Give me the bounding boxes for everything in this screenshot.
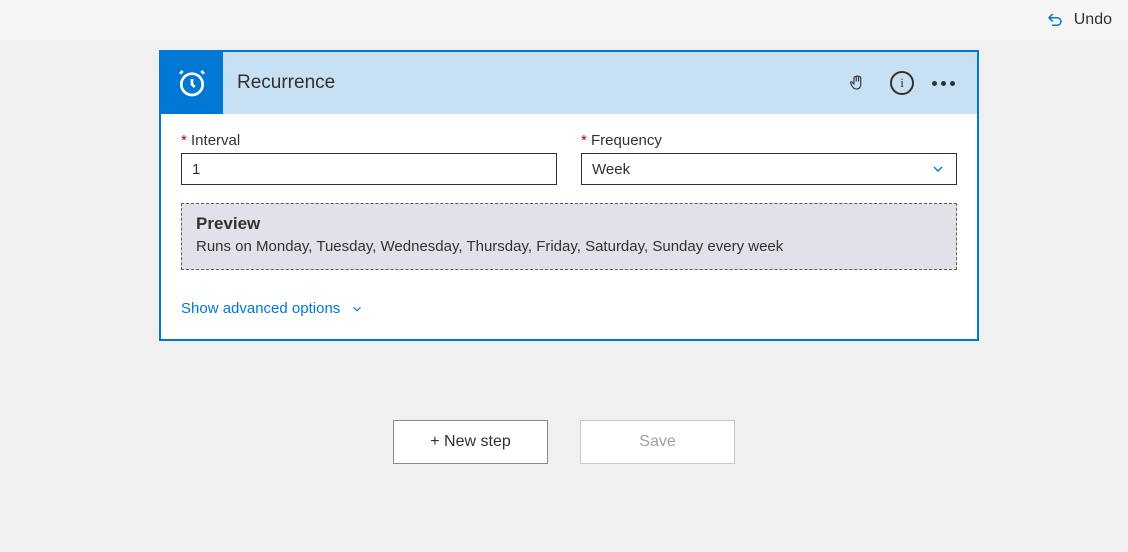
info-icon[interactable]: i bbox=[890, 71, 914, 95]
save-button[interactable]: Save bbox=[580, 420, 735, 464]
card-title: Recurrence bbox=[237, 72, 848, 94]
frequency-select[interactable]: Week bbox=[581, 153, 957, 185]
card-header[interactable]: Recurrence i bbox=[161, 52, 977, 114]
required-marker: * bbox=[581, 132, 587, 149]
chevron-down-icon bbox=[930, 161, 946, 177]
recurrence-card: Recurrence i * Interval bbox=[159, 50, 979, 341]
frequency-field-group: * Frequency Week bbox=[581, 132, 957, 185]
chevron-down-icon bbox=[350, 302, 364, 316]
undo-label: Undo bbox=[1074, 11, 1112, 29]
frequency-value: Week bbox=[592, 161, 930, 178]
advanced-label: Show advanced options bbox=[181, 300, 340, 317]
undo-button[interactable]: Undo bbox=[1046, 11, 1112, 29]
preview-box: Preview Runs on Monday, Tuesday, Wednesd… bbox=[181, 203, 957, 270]
cursor-hand-icon bbox=[848, 73, 866, 93]
top-bar: Undo bbox=[0, 0, 1128, 40]
show-advanced-options-link[interactable]: Show advanced options bbox=[181, 300, 957, 317]
more-menu-button[interactable] bbox=[932, 81, 955, 86]
interval-field-group: * Interval bbox=[181, 132, 557, 185]
new-step-button[interactable]: + New step bbox=[393, 420, 548, 464]
required-marker: * bbox=[181, 132, 187, 149]
interval-label: * Interval bbox=[181, 132, 557, 149]
header-actions: i bbox=[848, 71, 955, 95]
recurrence-clock-icon bbox=[161, 52, 223, 114]
preview-title: Preview bbox=[196, 214, 942, 234]
card-body: * Interval * Frequency Week bbox=[161, 114, 977, 339]
undo-icon bbox=[1046, 11, 1064, 29]
bottom-buttons: + New step Save bbox=[0, 420, 1128, 464]
frequency-label: * Frequency bbox=[581, 132, 957, 149]
preview-text: Runs on Monday, Tuesday, Wednesday, Thur… bbox=[196, 238, 942, 255]
interval-input[interactable] bbox=[181, 153, 557, 185]
